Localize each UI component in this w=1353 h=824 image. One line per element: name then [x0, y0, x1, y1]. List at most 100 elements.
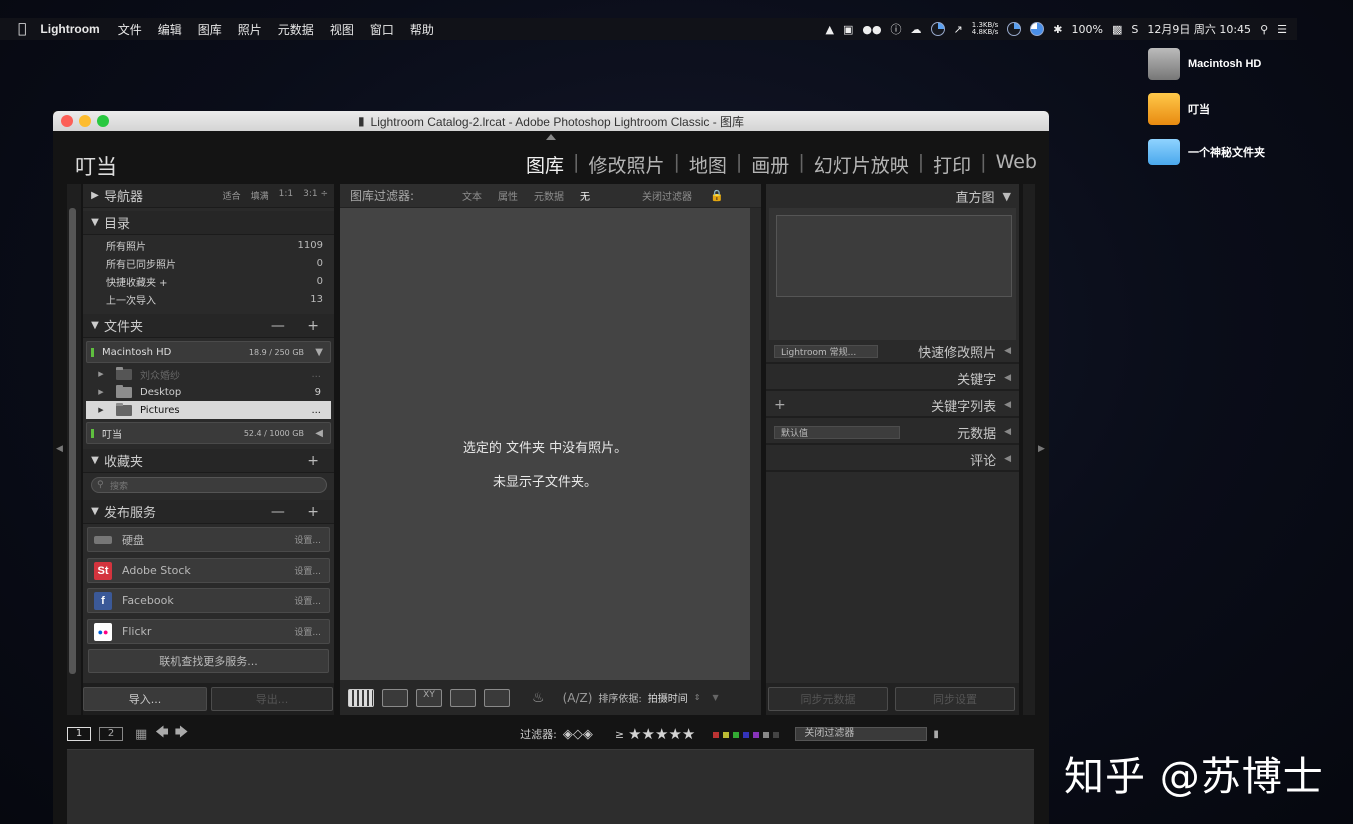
setup-link[interactable]: 设置...: [294, 594, 321, 607]
catalog-header[interactable]: ▼ 目录: [83, 211, 334, 235]
apple-menu-icon[interactable]: : [18, 21, 26, 37]
sogou-icon[interactable]: S: [1131, 23, 1138, 36]
menu-edit[interactable]: 编辑: [158, 21, 182, 38]
nav-fit[interactable]: 适合: [223, 189, 241, 202]
spotlight-icon[interactable]: ⚲: [1260, 23, 1268, 36]
forward-arrow-icon[interactable]: 🡆: [175, 723, 188, 745]
folder-item-selected[interactable]: ▶ Pictures...: [86, 401, 331, 419]
sort-direction-icon[interactable]: (A/Z): [563, 691, 593, 705]
grid-icon[interactable]: ▦: [135, 727, 147, 742]
wechat-icon[interactable]: ●●: [862, 23, 881, 36]
lock-icon[interactable]: ▮: [933, 729, 939, 740]
toolbar-menu-icon[interactable]: ▼: [712, 693, 718, 702]
memory-pie-icon[interactable]: [1007, 22, 1022, 36]
module-web[interactable]: Web: [996, 151, 1037, 178]
painter-icon[interactable]: ♨: [532, 690, 545, 706]
sync-settings-button[interactable]: 同步设置: [895, 687, 1015, 711]
color-label-filter[interactable]: [713, 728, 783, 741]
notification-center-icon[interactable]: ☰: [1277, 23, 1287, 36]
import-button[interactable]: 导入...: [83, 687, 207, 711]
module-library[interactable]: 图库: [526, 151, 564, 178]
setup-link[interactable]: 设置...: [294, 564, 321, 577]
volume-macintosh-hd[interactable]: Macintosh HD 18.9 / 250 GB ▼: [86, 341, 331, 363]
menu-file[interactable]: 文件: [118, 21, 142, 38]
navigator-header[interactable]: ▶ 导航器 适合 填满 1:1 3:1 ÷: [83, 184, 334, 208]
volume-dingdang[interactable]: 叮当 52.4 / 1000 GB ◀: [86, 422, 331, 444]
cloud-icon[interactable]: ☁: [911, 23, 922, 36]
keywording-header[interactable]: 关键字 ◀: [766, 367, 1019, 391]
metadata-select[interactable]: 默认值: [774, 425, 900, 439]
module-print[interactable]: 打印: [933, 151, 971, 178]
publish-hard-drive[interactable]: 硬盘 设置...: [87, 527, 330, 552]
folders-header[interactable]: ▼ 文件夹 — +: [83, 314, 334, 338]
survey-view-icon[interactable]: [450, 688, 476, 707]
collections-search[interactable]: ⚲ 搜索: [91, 477, 327, 493]
filter-attribute[interactable]: 属性: [498, 188, 518, 203]
nav-fill[interactable]: 填满: [251, 189, 269, 202]
setup-link[interactable]: 设置...: [294, 533, 321, 546]
setup-link[interactable]: 设置...: [294, 625, 321, 638]
close-button[interactable]: [61, 115, 73, 127]
screen-record-icon[interactable]: ▣: [843, 23, 853, 36]
battery-icon[interactable]: ▩: [1112, 23, 1122, 36]
app-menu[interactable]: Lightroom: [40, 22, 99, 36]
nav-3to1[interactable]: 3:1 ÷: [303, 189, 328, 202]
battery-percent[interactable]: 100%: [1072, 23, 1103, 36]
rating-stars[interactable]: ★★★★★: [628, 725, 695, 743]
publish-facebook[interactable]: f Facebook 设置...: [87, 588, 330, 613]
back-arrow-icon[interactable]: 🡄: [155, 723, 168, 745]
menu-help[interactable]: 帮助: [410, 21, 434, 38]
bluetooth-icon[interactable]: ✱: [1053, 23, 1062, 36]
menu-photo[interactable]: 照片: [238, 21, 262, 38]
add-collection-button[interactable]: +: [307, 453, 328, 469]
quick-develop-header[interactable]: Lightroom 常规... 快速修改照片 ◀: [766, 340, 1019, 364]
filter-metadata[interactable]: 元数据: [534, 188, 564, 203]
module-develop[interactable]: 修改照片: [588, 151, 664, 178]
publish-header[interactable]: ▼ 发布服务 — +: [83, 500, 334, 524]
publish-flickr[interactable]: ● ● Flickr 设置...: [87, 619, 330, 644]
collections-header[interactable]: ▼ 收藏夹 +: [83, 449, 334, 473]
module-book[interactable]: 画册: [751, 151, 789, 178]
desktop-icon-macintosh-hd[interactable]: Macintosh HD: [1148, 48, 1261, 80]
zoom-button[interactable]: [97, 115, 109, 127]
filmstrip[interactable]: [67, 749, 1034, 824]
sort-select[interactable]: 拍摄时间: [648, 690, 688, 705]
folder-actions[interactable]: — +: [271, 318, 328, 334]
lock-icon[interactable]: 🔒: [710, 189, 724, 202]
folder-item[interactable]: ▶ 刘众婚纱...: [86, 365, 331, 383]
compare-view-icon[interactable]: XY: [416, 688, 442, 707]
loupe-view-icon[interactable]: [382, 688, 408, 707]
filter-text[interactable]: 文本: [462, 188, 482, 203]
window-1-button[interactable]: 1: [67, 727, 91, 741]
publish-actions[interactable]: — +: [271, 504, 328, 520]
keyword-list-header[interactable]: + 关键字列表 ◀: [766, 394, 1019, 418]
info-icon[interactable]: ⓘ: [891, 21, 902, 37]
top-panel-toggle-icon[interactable]: [546, 134, 556, 140]
flag-filter-icons[interactable]: ◈◇◈: [563, 727, 593, 742]
menu-metadata[interactable]: 元数据: [278, 21, 314, 38]
module-map[interactable]: 地图: [689, 151, 727, 178]
preset-select[interactable]: Lightroom 常规...: [774, 344, 878, 358]
nav-1to1[interactable]: 1:1: [279, 189, 293, 202]
grid-view-icon[interactable]: [348, 688, 374, 707]
cpu-pie-icon[interactable]: [930, 22, 945, 36]
catalog-row-synced[interactable]: 所有已同步照片 0: [86, 254, 331, 272]
left-panel-toggle-icon[interactable]: ◀: [56, 444, 63, 454]
grid-scrollbar[interactable]: [750, 208, 761, 680]
metadata-header[interactable]: 默认值 元数据 ◀: [766, 421, 1019, 445]
catalog-row-all-photos[interactable]: 所有照片 1109: [86, 236, 331, 254]
folder-item[interactable]: ▶ Desktop 9: [86, 383, 331, 401]
find-more-services-button[interactable]: 联机查找更多服务...: [88, 649, 329, 673]
left-scrollbar[interactable]: [69, 208, 76, 674]
module-slideshow[interactable]: 幻灯片放映: [814, 151, 909, 178]
right-panel-toggle-icon[interactable]: ▶: [1038, 444, 1045, 454]
sync-metadata-button[interactable]: 同步元数据: [768, 687, 888, 711]
histogram-header[interactable]: 直方图 ▼: [766, 184, 1019, 208]
desktop-icon-secret-folder[interactable]: 一个神秘文件夹: [1148, 139, 1265, 165]
filter-off-select[interactable]: 关闭过滤器: [642, 188, 692, 203]
catalog-row-previous-import[interactable]: 上一次导入 13: [86, 290, 331, 308]
qq-icon[interactable]: ▲: [825, 23, 833, 36]
minimize-button[interactable]: [79, 115, 91, 127]
comments-header[interactable]: 评论 ◀: [766, 448, 1019, 472]
window-2-button[interactable]: 2: [99, 727, 123, 741]
